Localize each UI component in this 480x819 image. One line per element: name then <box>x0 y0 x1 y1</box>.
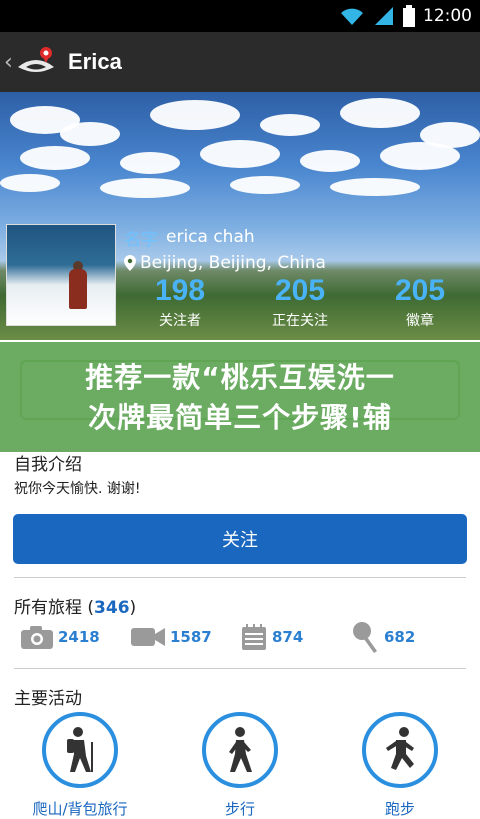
hiking-icon <box>67 727 93 772</box>
photos-count[interactable]: 2418 <box>20 620 130 654</box>
count-value: 682 <box>384 628 416 646</box>
activities-list: 爬山/背包旅行 步行 跑步 <box>0 712 480 819</box>
activity-running[interactable]: 跑步 <box>325 712 475 819</box>
stat-following[interactable]: 205 正在关注 <box>240 274 360 330</box>
overlay-line-2: 次牌最简单三个步骤!辅 <box>88 401 392 434</box>
stat-badges[interactable]: 205 徽章 <box>360 274 480 330</box>
profile-stats: 198 关注者 205 正在关注 205 徽章 <box>120 274 480 330</box>
name-label: 名字 <box>124 229 158 250</box>
signal-icon <box>375 7 393 25</box>
count-value: 2418 <box>58 628 100 646</box>
videos-count[interactable]: 1587 <box>130 620 240 654</box>
activity-label: 步行 <box>224 800 255 818</box>
notes-count[interactable]: 874 <box>240 620 350 654</box>
trip-media-counts: 2418 1587 874 682 <box>20 620 460 654</box>
running-icon <box>386 727 414 770</box>
app-bar: ‹ Erica <box>0 32 480 92</box>
battery-icon <box>403 5 415 27</box>
microphone-icon <box>353 622 377 653</box>
trips-label: 所有旅程 <box>14 598 82 618</box>
audio-count[interactable]: 682 <box>350 620 460 654</box>
stat-value: 205 <box>394 274 446 307</box>
intro-text: 祝你今天愉快. 谢谢! <box>14 481 141 497</box>
stat-value: 205 <box>274 274 326 307</box>
trips-count[interactable]: 346 <box>94 598 130 618</box>
activity-hiking[interactable]: 爬山/背包旅行 <box>5 712 155 819</box>
overlay-line-1: 推荐一款“桃乐互娱洗一 <box>85 361 395 394</box>
stat-label: 关注者 <box>159 313 201 329</box>
count-value: 1587 <box>170 628 212 646</box>
stat-followers[interactable]: 198 关注者 <box>120 274 240 330</box>
back-chevron-icon[interactable]: ‹ <box>4 50 16 75</box>
intro-title: 自我介绍 <box>14 455 82 475</box>
video-icon <box>131 628 165 646</box>
app-logo-icon[interactable] <box>16 45 56 79</box>
stat-value: 198 <box>154 274 206 307</box>
follow-button[interactable]: 关注 <box>13 514 467 564</box>
page-title: Erica <box>68 49 122 74</box>
stat-label: 正在关注 <box>272 313 328 329</box>
promo-overlay-banner[interactable]: 推荐一款“桃乐互娱洗一 次牌最简单三个步骤!辅 <box>0 342 480 452</box>
trips-title: 所有旅程 (346) <box>14 598 137 618</box>
notepad-icon <box>242 624 266 650</box>
stat-label: 徽章 <box>406 313 434 329</box>
divider <box>14 577 466 578</box>
activity-label: 跑步 <box>384 800 415 818</box>
count-value: 874 <box>272 628 304 646</box>
walking-icon <box>229 727 252 772</box>
profile-name: erica chah <box>166 227 255 247</box>
profile-location: Beijing, Beijing, China <box>140 253 326 273</box>
status-bar: 12:00 <box>0 0 480 32</box>
status-time: 12:00 <box>423 6 472 26</box>
location-pin-icon <box>124 255 136 271</box>
activities-title: 主要活动 <box>14 689 82 709</box>
profile-info: 名字 erica chah Beijing, Beijing, China <box>124 224 326 276</box>
profile-avatar[interactable] <box>6 224 116 326</box>
activity-label: 爬山/背包旅行 <box>32 800 128 818</box>
divider <box>14 668 466 669</box>
wifi-icon <box>341 8 363 25</box>
camera-icon <box>21 626 53 649</box>
activity-walking[interactable]: 步行 <box>165 712 315 819</box>
